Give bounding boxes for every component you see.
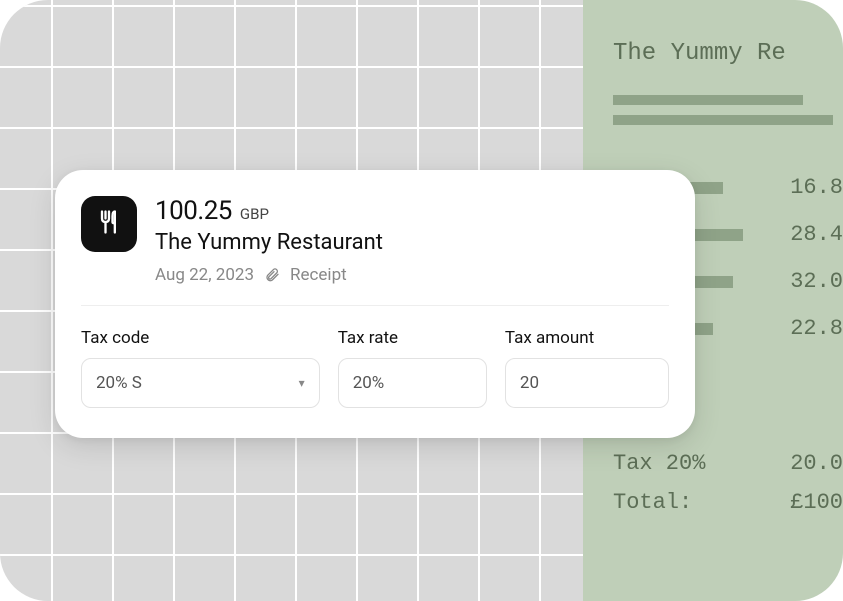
receipt-line-value: 32.0: [790, 269, 843, 294]
expense-date: Aug 22, 2023: [155, 265, 254, 285]
currency: GBP: [240, 205, 269, 223]
tax-code-select[interactable]: 20% S ▾: [81, 358, 320, 408]
receipt-title: The Yummy Re: [613, 40, 843, 67]
receipt-summary: Tax 20% 20.0 Total: £100: [613, 451, 843, 515]
tax-rate-value: 20%: [353, 373, 385, 393]
receipt-tax-value: 20.0: [790, 451, 843, 476]
fork-icon: [95, 208, 123, 240]
tax-code-value: 20% S: [96, 373, 142, 393]
amount: 100.25: [155, 196, 232, 226]
chevron-down-icon: ▾: [299, 376, 305, 390]
tax-amount-value: 20: [520, 373, 539, 393]
card-header: 100.25 GBP The Yummy Restaurant Aug 22, …: [81, 196, 669, 306]
expense-card: 100.25 GBP The Yummy Restaurant Aug 22, …: [55, 170, 695, 438]
tax-amount-label: Tax amount: [505, 328, 669, 348]
merchant-name: The Yummy Restaurant: [155, 230, 669, 255]
receipt-tax-label: Tax 20%: [613, 451, 705, 476]
paperclip-icon: [264, 267, 280, 283]
tax-form-row: Tax code 20% S ▾ Tax rate 20% Tax amount…: [81, 328, 669, 408]
tax-rate-label: Tax rate: [338, 328, 487, 348]
receipt-line-value: 16.8: [790, 175, 843, 200]
merchant-logo: [81, 196, 137, 252]
receipt-total-value: £100: [790, 490, 843, 515]
tax-code-label: Tax code: [81, 328, 320, 348]
receipt-line-value: 28.4: [790, 222, 843, 247]
receipt-total-label: Total:: [613, 490, 692, 515]
receipt-header-bars: [613, 95, 843, 125]
tax-amount-input[interactable]: 20: [505, 358, 669, 408]
receipt-line-value: 22.8: [790, 316, 843, 341]
tax-rate-input[interactable]: 20%: [338, 358, 487, 408]
attachment-label: Receipt: [290, 265, 347, 285]
